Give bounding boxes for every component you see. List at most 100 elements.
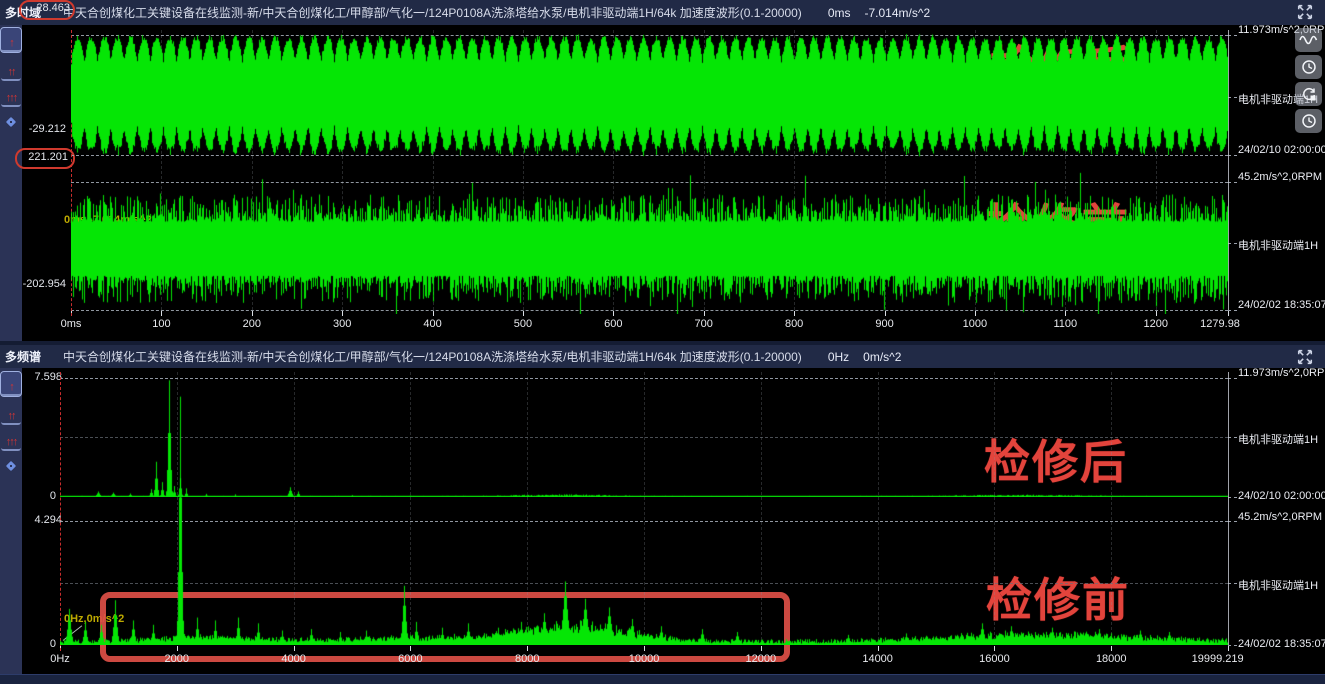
- x-tick-label: 100: [152, 318, 170, 330]
- x-tick-mark: [1228, 311, 1229, 316]
- spectrum-cursor-value-readout: 0m/s^2: [863, 350, 901, 364]
- x-tick-label: 1100: [1053, 318, 1077, 330]
- time-cursor-x-readout: 0ms: [828, 6, 851, 20]
- tick-dash: [1228, 35, 1237, 36]
- plot-right-frame: [1228, 372, 1229, 645]
- sine-wave-icon: [1299, 33, 1318, 47]
- tick-dash: [1228, 182, 1237, 183]
- timestamp-spec2: 24/02/02 18:35:07: [1238, 638, 1325, 650]
- y-min-label-wave1: -29.212: [20, 123, 66, 135]
- timestamp-spec1: 24/02/10 02:00:00: [1238, 490, 1325, 502]
- vibration-monitor-app: 多时域 中天合创煤化工关键设备在线监测-新/中天合创煤化工/甲醇部/气化一/12…: [0, 0, 1325, 684]
- x-tick-label: 600: [604, 318, 622, 330]
- spectrum-panel-title: 多频谱: [5, 348, 41, 365]
- time-cursor-value-readout: -7.014m/s^2: [864, 6, 930, 20]
- x-tick-mark: [878, 646, 879, 651]
- x-tick-mark: [410, 646, 411, 651]
- x-tick-label: 2000: [165, 653, 189, 665]
- waveform-plot-canvas[interactable]: [71, 30, 1228, 162]
- x-tick-label: 16000: [979, 653, 1010, 665]
- tick-dash: [1228, 243, 1237, 244]
- tick-dash: [1228, 521, 1237, 522]
- x-tick-mark: [644, 646, 645, 651]
- waveform-view-button[interactable]: [1295, 28, 1322, 52]
- x-tick-label: 1000: [963, 318, 987, 330]
- point-label-wave2: 电机非驱动端1H: [1238, 237, 1318, 253]
- compare-refresh-button[interactable]: [1295, 82, 1322, 106]
- red-circle-annotation-1: [19, 0, 75, 20]
- dual-trace-tool-icon[interactable]: ↑↑: [1, 57, 21, 81]
- spectrum-panel-header: 多频谱 中天合创煤化工关键设备在线监测-新/中天合创煤化工/甲醇部/气化一/12…: [0, 345, 1325, 368]
- panel-divider: [0, 341, 1325, 345]
- tick-dash: [1228, 155, 1237, 156]
- tick-dash: [1228, 497, 1237, 498]
- single-trace-tool-icon[interactable]: ↑: [1, 372, 21, 396]
- multi-trace-tool-icon[interactable]: ↑↑↑: [1, 83, 21, 107]
- tick-dash: [1228, 583, 1237, 584]
- x-tick-label: 400: [423, 318, 441, 330]
- waveform-plot-canvas[interactable]: [71, 168, 1228, 314]
- move-cross-icon: [4, 459, 18, 473]
- unit-label-wave2: 45.2m/s^2,0RPM: [1238, 171, 1322, 183]
- time-panel-path: 中天合创煤化工关键设备在线监测-新/中天合创煤化工/甲醇部/气化一/124P01…: [63, 4, 802, 21]
- y-zero-label-spec1: 0: [44, 490, 56, 502]
- dual-trace-tool-icon[interactable]: ↑↑: [1, 401, 21, 425]
- x-tick-label: 1279.98: [1200, 318, 1240, 330]
- x-tick-label: 8000: [515, 653, 539, 665]
- spectrum-plot-canvas[interactable]: [60, 385, 1228, 645]
- red-circle-annotation-2: [15, 148, 75, 169]
- x-tick-mark: [1111, 646, 1112, 651]
- unit-label-spec2: 45.2m/s^2,0RPM: [1238, 511, 1322, 523]
- x-tick-label: 500: [514, 318, 532, 330]
- y-max-label-spec1: 7.598: [26, 371, 62, 383]
- timestamp-wave2: 24/02/02 18:35:07: [1238, 299, 1325, 311]
- clock-icon: [1301, 113, 1317, 129]
- x-tick-label: 800: [785, 318, 803, 330]
- expand-icon[interactable]: [1295, 3, 1315, 21]
- clock-icon: [1301, 59, 1317, 75]
- x-tick-label: 12000: [746, 653, 777, 665]
- point-label-spec2: 电机非驱动端1H: [1238, 577, 1318, 593]
- x-tick-mark: [294, 646, 295, 651]
- x-tick-label: 0ms: [61, 318, 82, 330]
- x-tick-mark: [527, 646, 528, 651]
- y-max-label-spec2: 4.294: [26, 514, 62, 526]
- y-min-label-wave2: -202.954: [14, 278, 66, 290]
- pan-tool-icon[interactable]: [1, 110, 21, 134]
- x-tick-label: 700: [695, 318, 713, 330]
- bottom-status-strip: [0, 674, 1325, 684]
- tick-dash: [1228, 97, 1237, 98]
- x-tick-label: 1200: [1143, 318, 1167, 330]
- x-tick-label: 6000: [398, 653, 422, 665]
- single-trace-tool-icon[interactable]: ↑: [1, 28, 21, 52]
- tick-dash: [1228, 437, 1237, 438]
- tick-dash: [1228, 645, 1237, 646]
- refresh-icon: [1301, 86, 1317, 102]
- spectrum-cursor-x-readout: 0Hz: [828, 350, 849, 364]
- x-tick-label: 300: [333, 318, 351, 330]
- multi-trace-tool-icon[interactable]: ↑↑↑: [1, 427, 21, 451]
- pan-tool-icon[interactable]: [1, 454, 21, 478]
- tick-dash: [1228, 310, 1237, 311]
- history-time-button[interactable]: [1295, 55, 1322, 79]
- move-cross-icon: [4, 115, 18, 129]
- x-tick-label: 19999.219: [1192, 653, 1244, 665]
- x-tick-label: 4000: [281, 653, 305, 665]
- unit-label-spec1: 11.973m/s^2,0RPM: [1238, 367, 1325, 379]
- x-tick-label: 0Hz: [50, 653, 70, 665]
- x-tick-label: 18000: [1096, 653, 1127, 665]
- x-tick-label: 900: [875, 318, 893, 330]
- timestamp-wave1: 24/02/10 02:00:00: [1238, 144, 1325, 156]
- point-label-spec1: 电机非驱动端1H: [1238, 431, 1318, 447]
- x-tick-mark: [1228, 646, 1229, 651]
- history-time-button-2[interactable]: [1295, 109, 1322, 133]
- x-tick-label: 14000: [862, 653, 893, 665]
- spectrum-panel-path: 中天合创煤化工关键设备在线监测-新/中天合创煤化工/甲醇部/气化一/124P01…: [63, 348, 802, 365]
- x-tick-mark: [994, 646, 995, 651]
- tool-sidebar-time: ↑ ↑↑ ↑↑↑: [0, 25, 22, 341]
- time-panel-header: 多时域 中天合创煤化工关键设备在线监测-新/中天合创煤化工/甲醇部/气化一/12…: [0, 0, 1325, 25]
- x-tick-mark: [177, 646, 178, 651]
- tool-sidebar-spectrum: ↑ ↑↑ ↑↑↑: [0, 368, 22, 674]
- expand-icon[interactable]: [1295, 348, 1315, 366]
- plot-right-frame: [1228, 30, 1229, 310]
